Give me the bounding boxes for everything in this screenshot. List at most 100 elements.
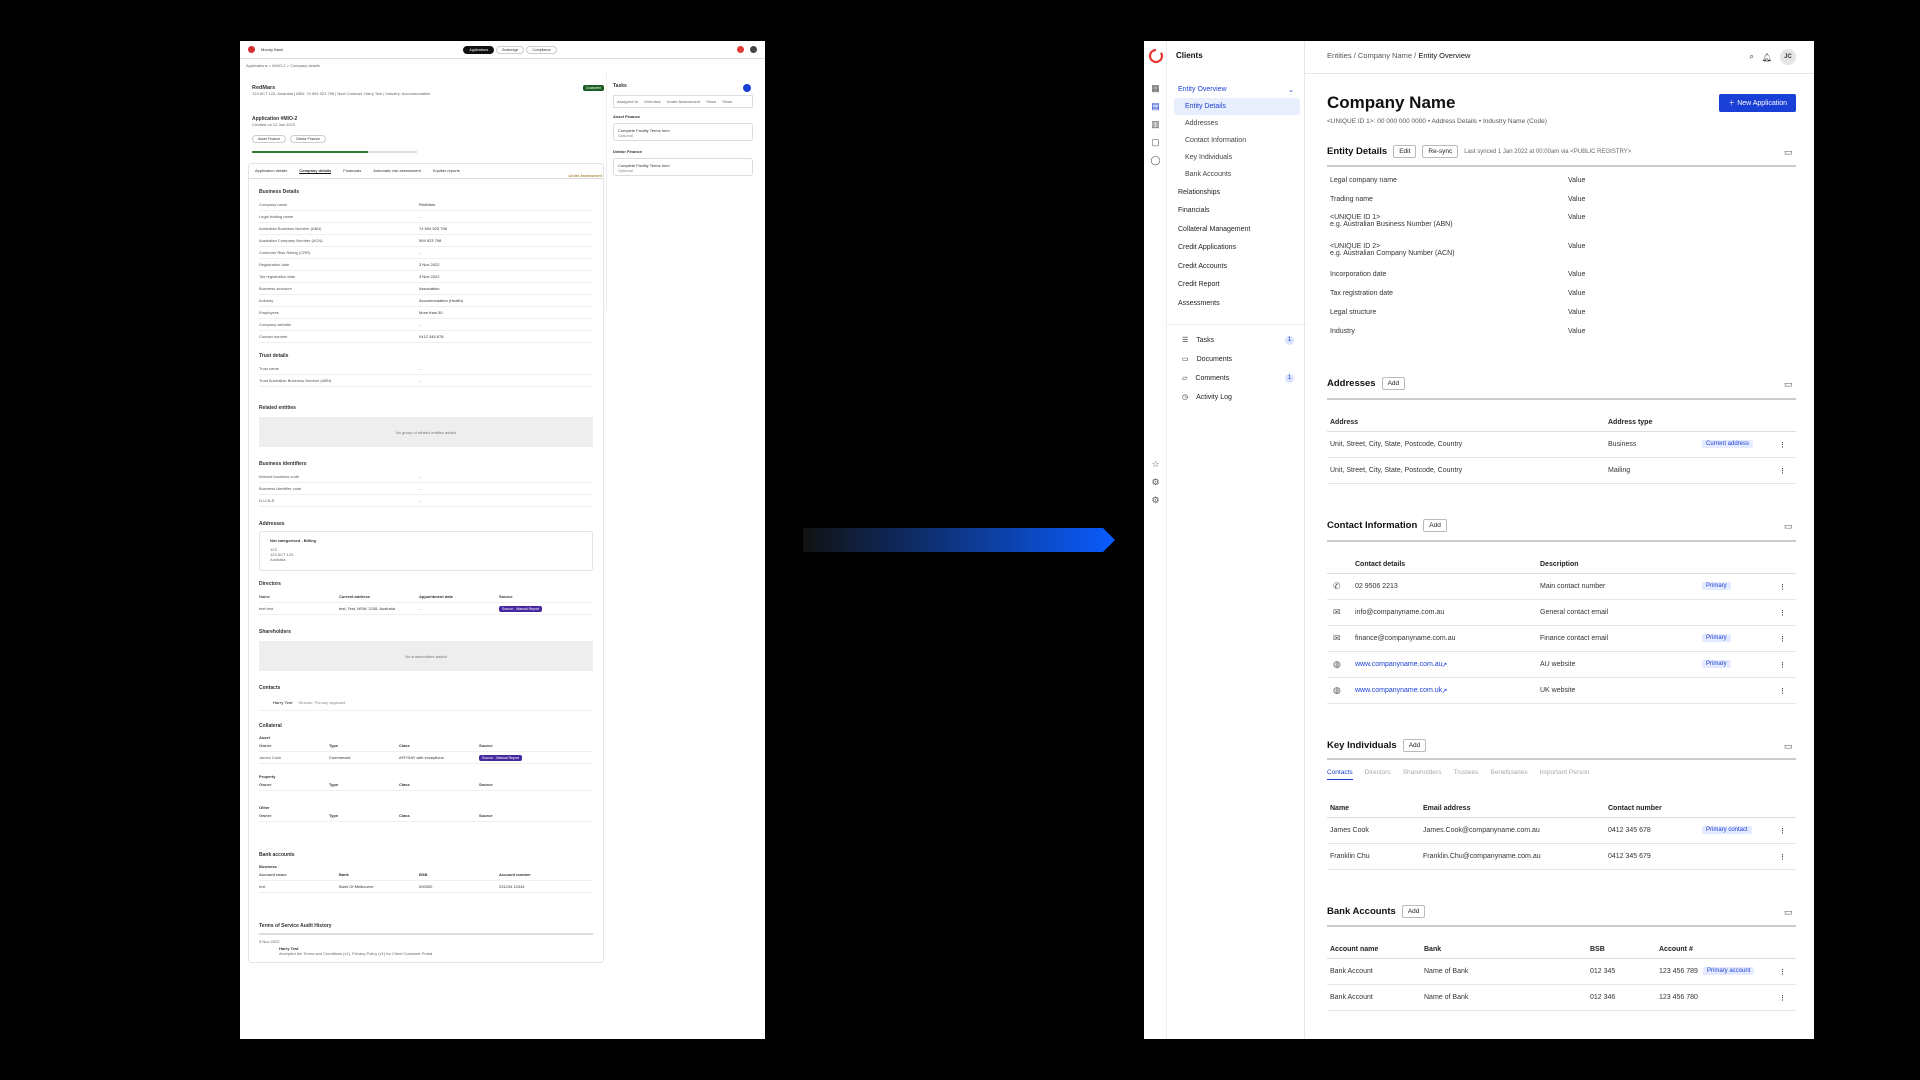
contact-value[interactable]: www.companyname.com.au — [1355, 661, 1443, 668]
settings-icon[interactable]: ⚙ — [1150, 477, 1161, 488]
brand-logo-icon[interactable] — [1148, 48, 1164, 64]
table-row[interactable]: ◍ www.companyname.com.uk ↗ UK website ⋮ — [1327, 678, 1796, 704]
nav-brokerage[interactable]: Brokerage — [496, 45, 525, 54]
tab-trustees[interactable]: Trustees — [1453, 769, 1478, 780]
tab-application-details[interactable]: Application details — [255, 168, 287, 174]
document-icon[interactable]: ▢ — [1150, 137, 1161, 148]
chip-asset-finance[interactable]: Asset Finance — [252, 135, 287, 143]
gear-icon[interactable]: ⚙ — [1150, 495, 1161, 506]
add-address-button[interactable]: Add — [1381, 377, 1406, 390]
more-options-icon[interactable]: ⋮ — [1779, 441, 1786, 449]
search-icon[interactable]: ⌕ — [1749, 52, 1753, 62]
avatar[interactable] — [750, 46, 757, 53]
tab-directors[interactable]: Directors — [1365, 769, 1391, 780]
sidebar-item-credit-report[interactable]: Credit Report — [1174, 276, 1300, 295]
add-individual-button[interactable]: Add — [1402, 739, 1427, 752]
more-options-icon[interactable]: ⋮ — [1779, 968, 1786, 976]
task-item[interactable]: Complete Facility Terms form Optional — [613, 123, 753, 141]
table-row[interactable]: Unit, Street, City, State, Postcode, Cou… — [1327, 458, 1796, 484]
task-filter[interactable]: Assigned to — [617, 99, 638, 104]
more-options-icon[interactable]: ⋮ — [1779, 827, 1786, 835]
more-options-icon[interactable]: ⋮ — [1779, 635, 1786, 643]
add-task-icon[interactable] — [743, 84, 751, 92]
comment-icon[interactable]: ▭ — [1784, 907, 1796, 917]
sidebar-item-credit-accounts[interactable]: Credit Accounts — [1174, 257, 1300, 276]
sidebar-item-relationships[interactable]: Relationships — [1174, 183, 1300, 202]
comment-icon[interactable]: ▭ — [1784, 521, 1796, 531]
tab-contacts[interactable]: Contacts — [1327, 769, 1353, 780]
reports-icon[interactable]: ▥ — [1150, 119, 1161, 130]
tab-company-details[interactable]: Company details — [299, 168, 332, 174]
external-link-icon[interactable]: ↗ — [1442, 687, 1448, 695]
tab-risk-assessment[interactable]: Automatic risk assessment — [373, 168, 421, 174]
nav-compliance[interactable]: Compliance — [526, 45, 557, 54]
sidebar-item-key-individuals[interactable]: Key Individuals — [1174, 149, 1300, 166]
tab-important-person[interactable]: Important Person — [1540, 769, 1590, 780]
sidebar-item-activity-log[interactable]: ◷ Activity Log — [1174, 388, 1300, 407]
star-icon[interactable]: ☆ — [1150, 459, 1161, 470]
tab-beneficiaries[interactable]: Beneficiaries — [1490, 769, 1527, 780]
table-row[interactable]: Bank Account Name of Bank 012 346 123 456 7… — [1327, 985, 1796, 1011]
table-row[interactable]: James Cook Commercial AFFIXAY with excep… — [259, 752, 593, 764]
comment-icon[interactable]: ▭ — [1784, 379, 1796, 389]
edit-button[interactable]: Edit — [1393, 145, 1417, 158]
sidebar-item-addresses[interactable]: Addresses — [1174, 115, 1300, 132]
more-options-icon[interactable]: ⋮ — [1779, 661, 1786, 669]
sidebar-item-contact-information[interactable]: Contact Information — [1174, 132, 1300, 149]
table-row[interactable]: ✉ finance@companyname.com.au Finance conta… — [1327, 626, 1796, 652]
sidebar-item-comments[interactable]: ▱ Comments 1 — [1174, 369, 1300, 388]
table-row[interactable]: test Bank Of Melbourne 000000 231234 123… — [259, 881, 593, 893]
chip-debtor-finance[interactable]: Debtor Finance — [290, 135, 327, 143]
task-filter[interactable]: Under Assessment — [667, 99, 701, 104]
table-row[interactable]: ✉ info@companyname.com.au General contact … — [1327, 600, 1796, 626]
breadcrumb-item[interactable]: Company Name — [1358, 51, 1412, 60]
contact-row[interactable]: Harry Test Director, Primary applicant — [259, 695, 593, 711]
bell-icon[interactable]: 🔔︎ — [1762, 53, 1772, 62]
sidebar-item-credit-applications[interactable]: Credit Applications — [1174, 239, 1300, 258]
sidebar-item-financials[interactable]: Financials — [1174, 202, 1300, 221]
sidebar-item-assessments[interactable]: Assessments — [1174, 294, 1300, 313]
user-icon[interactable]: ◯ — [1150, 155, 1161, 166]
grid-icon[interactable]: ▦ — [1150, 83, 1161, 94]
nav-applications[interactable]: Applications — [463, 45, 495, 54]
task-filter[interactable]: Overview — [644, 99, 661, 104]
comment-icon[interactable]: ▭ — [1784, 147, 1796, 157]
table-row[interactable]: James Cook James.Cook@companyname.com.au 0… — [1327, 818, 1796, 844]
clients-icon[interactable]: ▤ — [1150, 101, 1161, 112]
table-row[interactable]: Franklin Chu Franklin.Chu@companyname.com… — [1327, 844, 1796, 870]
sidebar-item-tasks[interactable]: ☰ Tasks 1 — [1174, 331, 1300, 350]
table-row[interactable]: ◍ www.companyname.com.au ↗ AU website Primar… — [1327, 652, 1796, 678]
add-contact-button[interactable]: Add — [1423, 519, 1447, 532]
more-options-icon[interactable]: ⋮ — [1779, 609, 1786, 617]
sidebar-item-entity-details[interactable]: Entity Details — [1174, 98, 1300, 115]
more-options-icon[interactable]: ⋮ — [1779, 467, 1786, 475]
contact-value[interactable]: www.companyname.com.uk — [1355, 687, 1442, 694]
more-options-icon[interactable]: ⋮ — [1779, 687, 1786, 695]
task-item[interactable]: Complete Facility Terms form Optional — [613, 158, 753, 176]
address-card[interactable]: Not categorised - Billing 123 123 ACT 12… — [259, 531, 593, 571]
task-filter[interactable]: Show — [706, 99, 716, 104]
sidebar-item-documents[interactable]: ▭ Documents — [1174, 350, 1300, 369]
sidebar-item-bank-accounts[interactable]: Bank Accounts — [1174, 166, 1300, 183]
table-row[interactable]: test test test, Test, NSW, 2155, Austral… — [259, 603, 593, 615]
table-row[interactable]: ✆ 02 9506 2213 Main contact number Primary ⋮ — [1327, 574, 1796, 600]
tab-equifax[interactable]: Equifax reports — [433, 168, 460, 174]
avatar[interactable]: JC — [1780, 49, 1796, 65]
sidebar-item-collateral[interactable]: Collateral Management — [1174, 220, 1300, 239]
resync-button[interactable]: Re-sync — [1422, 145, 1459, 158]
tab-financials[interactable]: Financials — [343, 168, 361, 174]
table-row[interactable]: Bank Account Name of Bank 012 345 123 456 7… — [1327, 959, 1796, 985]
add-bank-account-button[interactable]: Add — [1401, 905, 1426, 918]
more-options-icon[interactable]: ⋮ — [1779, 853, 1786, 861]
task-filter[interactable]: Show — [722, 99, 732, 104]
notification-icon[interactable] — [737, 46, 744, 53]
table-row[interactable]: Unit, Street, City, State, Postcode, Cou… — [1327, 432, 1796, 458]
tab-shareholders[interactable]: Shareholders — [1403, 769, 1442, 780]
sidebar-item-entity-overview[interactable]: Entity Overview ⌄ — [1174, 81, 1300, 98]
comment-icon[interactable]: ▭ — [1784, 741, 1796, 751]
new-application-button[interactable]: ＋ New Application — [1719, 94, 1796, 112]
more-options-icon[interactable]: ⋮ — [1779, 583, 1786, 591]
breadcrumb-item[interactable]: Entities — [1327, 51, 1352, 60]
external-link-icon[interactable]: ↗ — [1442, 661, 1448, 669]
more-options-icon[interactable]: ⋮ — [1779, 994, 1786, 1002]
